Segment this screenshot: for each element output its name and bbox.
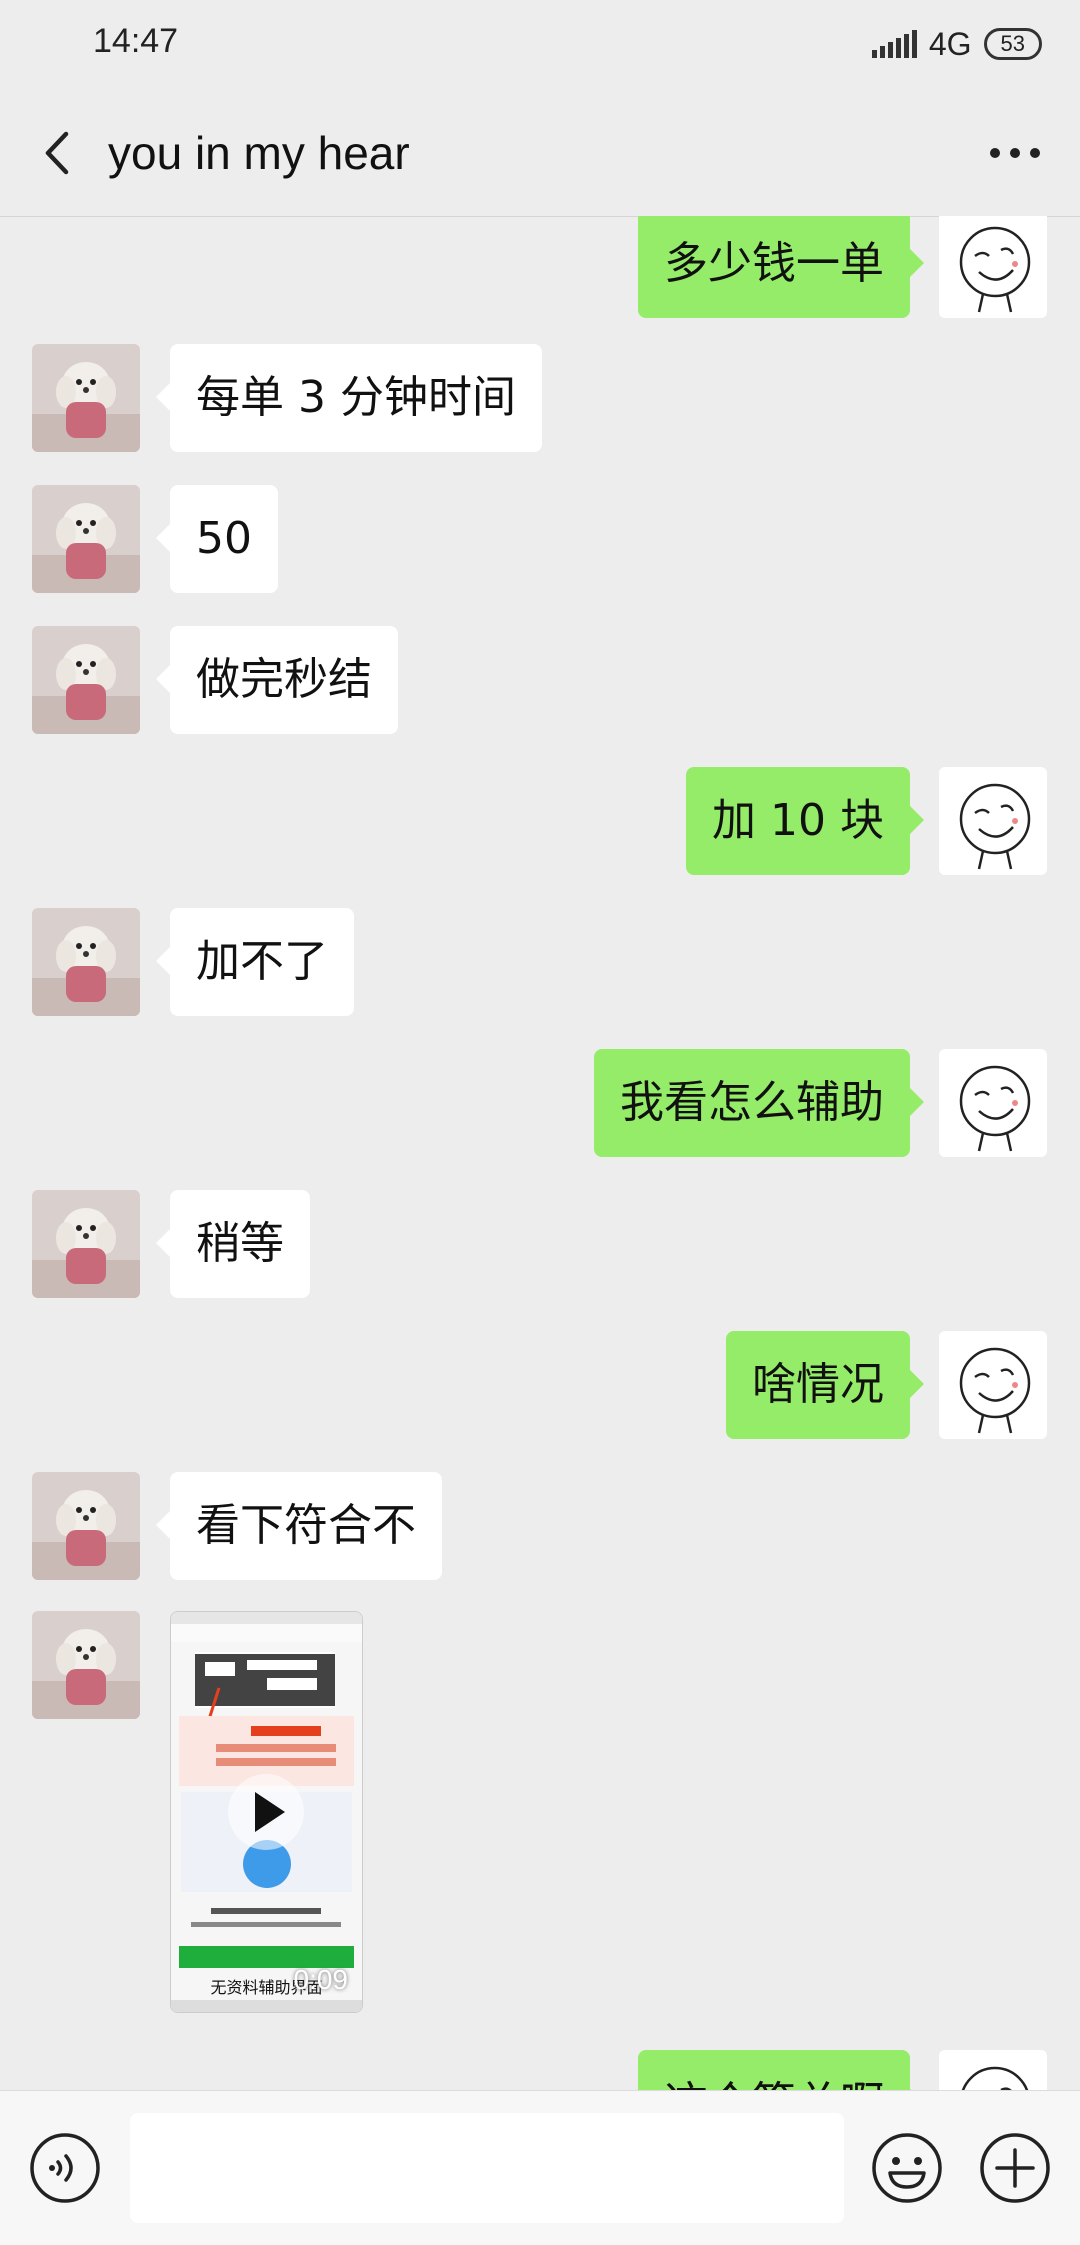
- message-list[interactable]: 多少钱一单 每单 3 分钟时间 50 做完秒结 加 10 块 加不了 我看怎么辅…: [0, 216, 1080, 2090]
- emoji-icon[interactable]: [870, 2131, 944, 2205]
- message-bubble-received[interactable]: 加不了: [156, 908, 354, 1016]
- avatar-self[interactable]: [939, 216, 1047, 318]
- avatar-self[interactable]: [939, 2050, 1047, 2090]
- avatar-contact[interactable]: [32, 485, 140, 593]
- avatar-contact[interactable]: [32, 908, 140, 1016]
- avatar-self[interactable]: [939, 1049, 1047, 1157]
- chevron-left-icon[interactable]: [30, 120, 90, 186]
- avatar-contact[interactable]: [32, 1190, 140, 1298]
- message-bubble-received[interactable]: 看下符合不: [156, 1472, 442, 1580]
- video-message[interactable]: 无资料辅助界面 0:09: [170, 1611, 363, 2013]
- message-bubble-received[interactable]: 每单 3 分钟时间: [156, 344, 542, 452]
- avatar-contact[interactable]: [32, 626, 140, 734]
- video-thumbnail: [171, 1612, 362, 2012]
- more-icon[interactable]: [980, 120, 1050, 186]
- message-input[interactable]: [130, 2113, 844, 2223]
- plus-icon[interactable]: [978, 2131, 1052, 2205]
- voice-icon[interactable]: [28, 2131, 102, 2205]
- battery-icon: 53: [983, 28, 1042, 60]
- message-bubble-sent[interactable]: 啥情况: [726, 1331, 924, 1439]
- input-bar: [0, 2090, 1080, 2245]
- message-bubble-sent[interactable]: 我看怎么辅助: [594, 1049, 924, 1157]
- message-bubble-sent[interactable]: 多少钱一单: [638, 216, 924, 318]
- message-bubble-received[interactable]: 做完秒结: [156, 626, 398, 734]
- avatar-self[interactable]: [939, 1331, 1047, 1439]
- signal-icon: [871, 30, 917, 58]
- status-bar: 14:47 4G 53: [0, 0, 1080, 90]
- avatar-self[interactable]: [939, 767, 1047, 875]
- status-indicators: 4G 53: [871, 24, 1042, 64]
- message-bubble-received[interactable]: 50: [156, 485, 278, 593]
- message-bubble-sent[interactable]: 加 10 块: [686, 767, 924, 875]
- status-time: 14:47: [93, 22, 179, 60]
- chat-header: you in my hear: [0, 90, 1080, 217]
- avatar-contact[interactable]: [32, 1472, 140, 1580]
- network-type: 4G: [928, 25, 972, 62]
- avatar-contact[interactable]: [32, 344, 140, 452]
- smiley-avatar-icon: [959, 226, 1031, 313]
- message-bubble-sent[interactable]: 这个算总啊: [638, 2050, 924, 2090]
- avatar-contact[interactable]: [32, 1611, 140, 1719]
- video-duration: 0:09: [293, 1964, 349, 1995]
- chat-title: you in my hear: [108, 127, 410, 179]
- message-bubble-received[interactable]: 稍等: [156, 1190, 310, 1298]
